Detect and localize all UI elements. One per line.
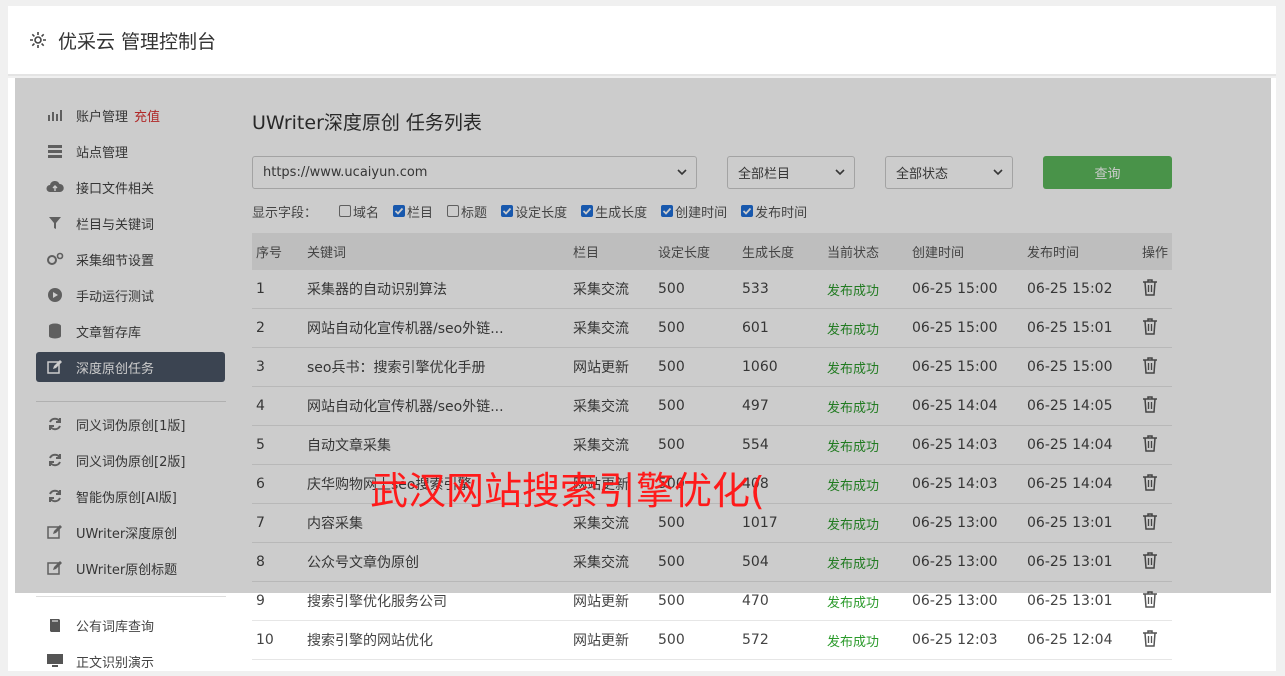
book-icon	[46, 616, 64, 634]
trash-icon	[1142, 629, 1158, 647]
table-cell: 06-25 12:03	[912, 632, 998, 648]
table-cell: 网站更新	[573, 594, 629, 610]
sidebar-item-public-lexicon[interactable]: 公有词库查询	[36, 610, 225, 640]
table-cell: 06-25 13:00	[912, 593, 998, 609]
table-cell: 网站更新	[573, 633, 629, 649]
app-title: 优采云 管理控制台	[58, 30, 217, 53]
table-cell: 搜索引擎的网站优化	[307, 633, 433, 649]
monitor-icon	[46, 652, 64, 670]
status-text: 发布成功	[827, 634, 880, 650]
table-cell: 06-25 13:01	[1027, 593, 1113, 609]
delete-button[interactable]	[1138, 590, 1172, 612]
table-cell: 搜索引擎优化服务公司	[307, 594, 447, 610]
table-row: 10 搜索引擎的网站优化 网站更新 500 572 发布成功 06-25 12:03 06-2…	[252, 621, 1172, 660]
table-cell: 500	[658, 632, 685, 648]
status-text: 发布成功	[827, 595, 880, 611]
table-cell: 06-25 12:04	[1027, 632, 1113, 648]
delete-button[interactable]	[1138, 629, 1172, 651]
gear-icon	[28, 30, 48, 50]
sidebar-item-label: 公有词库查询	[76, 619, 155, 635]
table-cell: 470	[742, 593, 769, 609]
table-cell: 572	[742, 632, 769, 648]
top-header: 优采云 管理控制台	[8, 6, 1276, 76]
modal-overlay	[15, 78, 1271, 593]
sidebar-item-label: 正文识别演示	[76, 655, 155, 671]
sidebar-divider	[36, 596, 226, 597]
table-cell: 10	[256, 632, 274, 648]
table-cell: 9	[256, 593, 265, 609]
watermark-text: 武汉网站搜索引擎优化(	[370, 469, 765, 513]
table-cell: 500	[658, 593, 685, 609]
sidebar-item-text-recognition[interactable]: 正文识别演示	[36, 646, 225, 676]
